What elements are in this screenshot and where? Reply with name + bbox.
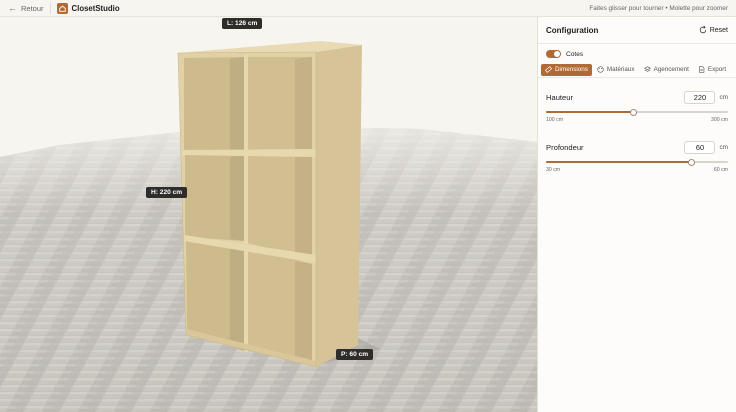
arrow-left-icon: ←	[8, 2, 17, 13]
inner-shade	[230, 245, 244, 351]
toggle-label: Cotes	[566, 50, 584, 58]
scene[interactable]	[0, 17, 537, 412]
palette-icon	[597, 66, 604, 73]
depth-input[interactable]: 60	[684, 140, 716, 154]
depth-field-row: Profondeur 60 cm	[546, 140, 728, 154]
depth-label: Profondeur	[546, 142, 584, 152]
back-button[interactable]: ← Retour	[0, 2, 44, 13]
inner-shade	[295, 261, 312, 361]
tab-label: Agencement	[653, 66, 689, 73]
depth-max: 60 cm	[713, 167, 728, 173]
slider-fill	[546, 161, 692, 163]
height-input[interactable]: 220	[684, 90, 716, 104]
depth-dimension-label: P: 60 cm	[336, 349, 374, 360]
height-field-row: Hauteur 220 cm	[546, 90, 728, 104]
inner-shade	[230, 57, 244, 151]
height-label: Hauteur	[546, 92, 574, 102]
reset-button[interactable]: Reset	[699, 26, 728, 34]
width-dimension-label: L: 126 cm	[222, 18, 263, 29]
height-unit: cm	[719, 93, 728, 101]
panel-title: Configuration	[546, 25, 599, 35]
configuration-panel: Configuration Reset Cotes Dimensions Mat…	[537, 17, 736, 412]
tab-materials[interactable]: Matériaux	[593, 64, 639, 76]
inner-shade	[230, 155, 244, 241]
height-field: Hauteur 220 cm 100 cm 300 cm	[538, 90, 736, 123]
tab-label: Export	[707, 66, 727, 73]
cotes-toggle[interactable]	[546, 50, 561, 58]
back-label: Retour	[21, 3, 44, 13]
home-icon	[56, 2, 68, 14]
ruler-icon	[545, 66, 552, 73]
top-bar: ← Retour ClosetStudio Faites glisser pou…	[0, 0, 736, 17]
slider-fill	[546, 111, 634, 113]
slider-thumb[interactable]	[629, 108, 637, 116]
tab-label: Matériaux	[606, 66, 635, 73]
divider	[49, 2, 51, 14]
depth-unit: cm	[719, 143, 728, 151]
brand-name: ClosetStudio	[71, 3, 120, 13]
height-range: 100 cm 300 cm	[546, 117, 728, 123]
height-min: 100 cm	[546, 117, 564, 123]
tab-bar: Dimensions Matériaux Agencement Export	[538, 62, 736, 78]
height-max: 300 cm	[710, 117, 728, 123]
depth-slider[interactable]	[546, 157, 728, 167]
tab-label: Dimensions	[555, 66, 588, 73]
depth-min: 30 cm	[546, 167, 561, 173]
panel-header: Configuration Reset	[538, 17, 736, 44]
tab-layout[interactable]: Agencement	[640, 64, 693, 76]
layers-icon	[643, 66, 651, 72]
tab-export[interactable]: Export	[694, 64, 730, 76]
dimensions-toggle-row: Cotes	[538, 46, 736, 62]
interaction-hint: Faites glisser pour tourner • Molette po…	[589, 4, 728, 12]
cabinet-side	[316, 45, 362, 367]
slider-thumb[interactable]	[688, 158, 696, 166]
tab-dimensions[interactable]: Dimensions	[541, 63, 592, 76]
height-dimension-label: H: 220 cm	[146, 187, 188, 198]
inner-shade	[295, 156, 312, 260]
reset-label: Reset	[709, 26, 728, 34]
3d-viewport[interactable]: L: 126 cm H: 220 cm P: 60 cm	[0, 17, 537, 412]
inner-shade	[295, 57, 312, 152]
height-slider[interactable]	[546, 107, 728, 117]
reset-icon	[699, 26, 706, 34]
depth-field: Profondeur 60 cm 30 cm 60 cm	[538, 140, 736, 173]
divider-panel	[244, 55, 248, 353]
depth-range: 30 cm 60 cm	[546, 167, 728, 173]
document-icon	[699, 66, 705, 73]
brand: ClosetStudio	[56, 2, 120, 14]
